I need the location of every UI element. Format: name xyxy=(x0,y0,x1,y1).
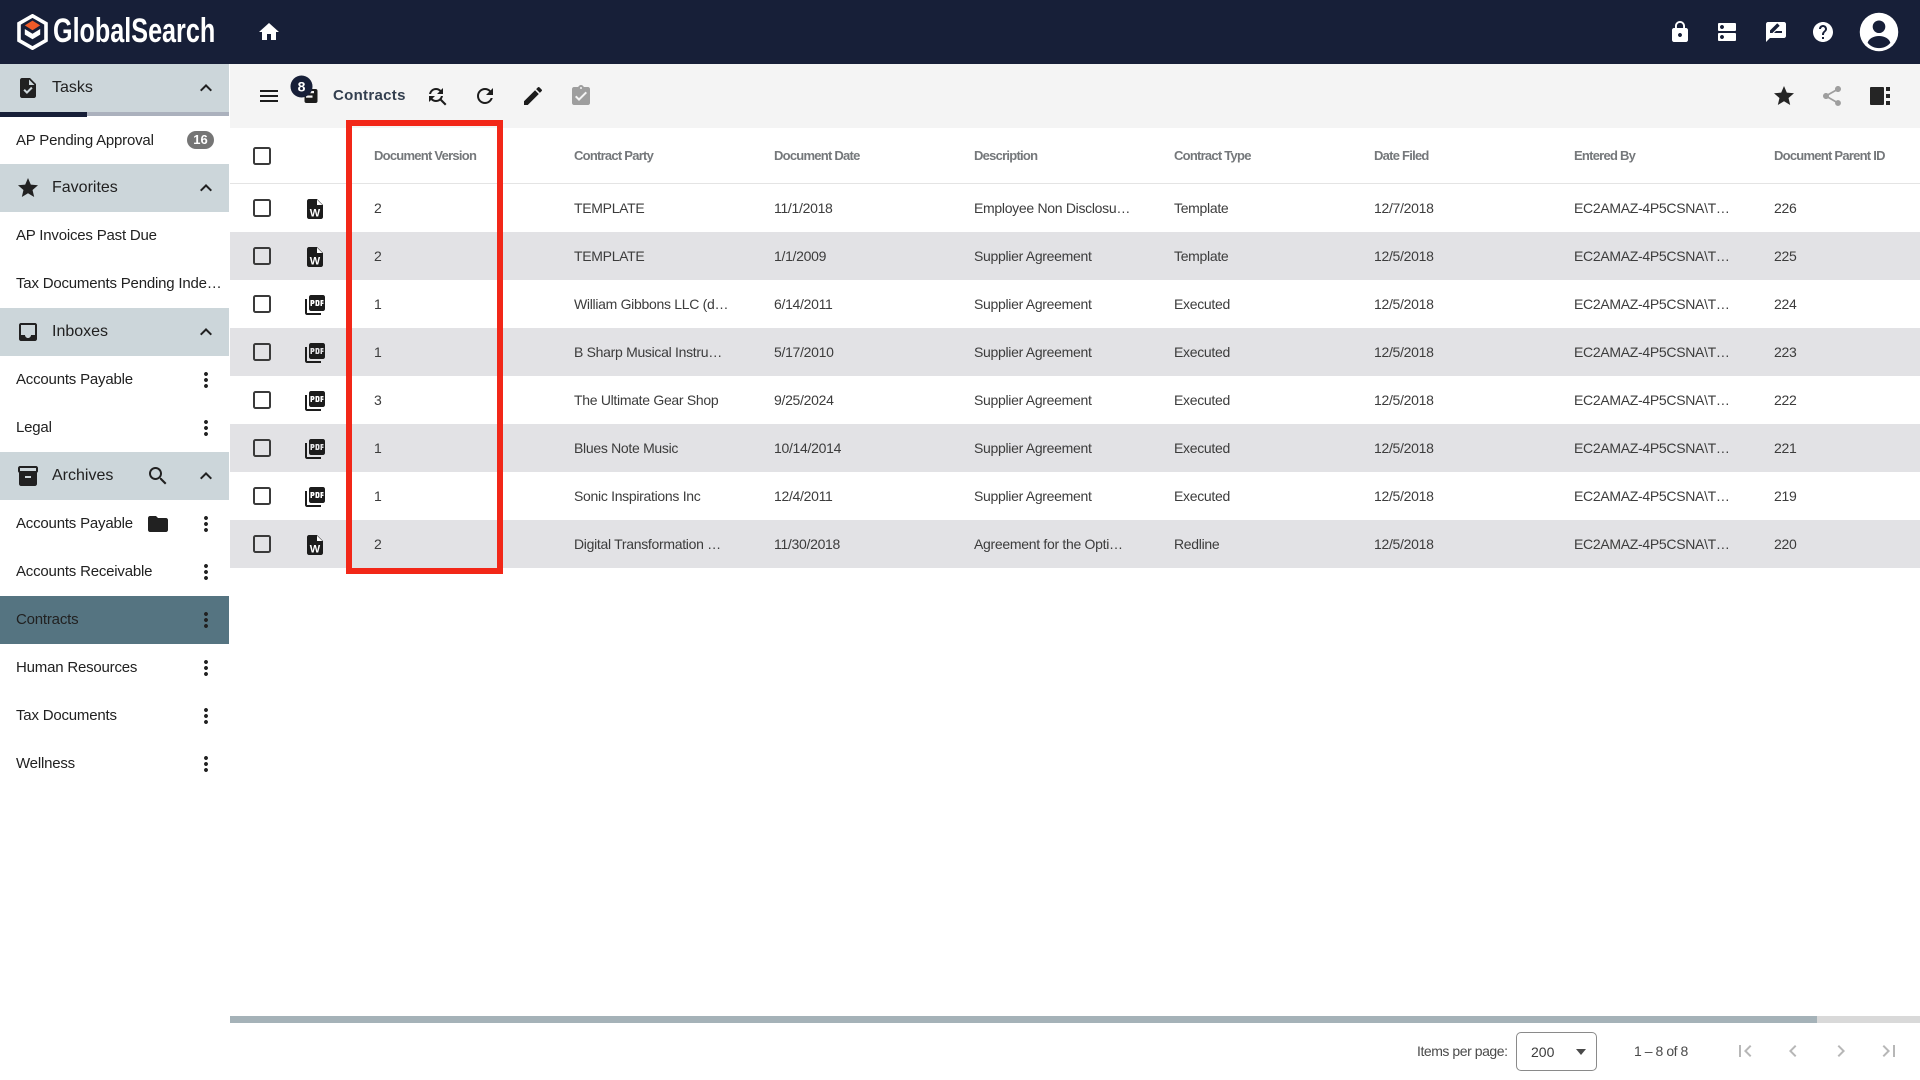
svg-text:W: W xyxy=(310,208,321,220)
svg-text:8: 8 xyxy=(298,79,306,95)
svg-text:W: W xyxy=(310,544,321,556)
svg-text:W: W xyxy=(310,256,321,268)
